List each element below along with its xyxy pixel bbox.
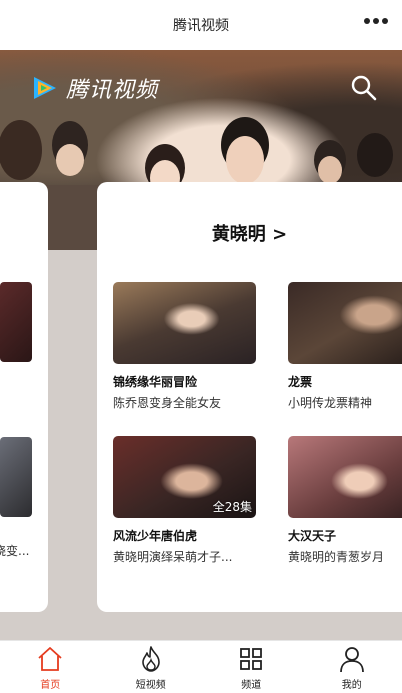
video-item[interactable]: 大汉天子 黄晓明的青葱岁月 — [288, 436, 402, 565]
previous-card[interactable]: 晓变... — [0, 182, 48, 612]
thumbnail[interactable] — [0, 282, 32, 362]
video-thumbnail[interactable] — [113, 282, 256, 364]
video-subtitle: 小明传龙票精神 — [288, 396, 373, 410]
user-icon — [339, 647, 364, 673]
tab-short-video[interactable]: 短视频 — [101, 641, 202, 693]
tab-label: 频道 — [241, 680, 262, 691]
page-title: 腾讯视频 — [173, 18, 229, 34]
top-bar: 腾讯视频 — [0, 0, 402, 50]
video-item[interactable]: 锦绣缘华丽冒险 陈乔恩变身全能女友 — [113, 282, 256, 411]
video-subtitle: 黄晓明演绎呆萌才子... — [113, 550, 233, 564]
tab-channels[interactable]: 频道 — [201, 641, 302, 693]
video-item[interactable]: 全 龙票 小明传龙票精神 — [288, 282, 402, 411]
video-thumbnail[interactable]: 全 — [288, 282, 402, 364]
video-title: 锦绣缘华丽冒险 — [113, 375, 198, 389]
logo-text: 腾讯视频 — [66, 78, 159, 103]
tab-label: 首页 — [40, 680, 61, 691]
video-title: 大汉天子 — [288, 529, 337, 543]
grid-icon — [240, 648, 263, 670]
video-item[interactable]: 全28集 风流少年唐伯虎 黄晓明演绎呆萌才子... — [113, 436, 256, 565]
thumbnail[interactable] — [0, 437, 32, 517]
video-subtitle: 黄晓明的青葱岁月 — [288, 550, 385, 564]
flame-icon — [141, 646, 160, 672]
brand-logo: 腾讯视频 — [30, 72, 158, 104]
bottom-tab-bar: 首页 短视频 频道 我的 — [0, 640, 402, 693]
video-subtitle: 陈乔恩变身全能女友 — [113, 396, 222, 410]
more-dots-icon[interactable] — [364, 18, 388, 24]
tab-profile[interactable]: 我的 — [302, 641, 402, 693]
tencent-video-logo-icon — [34, 77, 56, 99]
search-icon[interactable] — [350, 74, 378, 102]
home-icon — [38, 647, 62, 671]
video-title: 龙票 — [288, 375, 313, 389]
main-content: 腾讯视频 晓变... 黄晓明 > 锦绣缘华丽冒险 陈乔恩变身全能女友 全 龙票 … — [0, 50, 402, 640]
tab-label: 我的 — [341, 680, 362, 691]
tab-label: 短视频 — [135, 680, 166, 691]
star-card: 黄晓明 > 锦绣缘华丽冒险 陈乔恩变身全能女友 全 龙票 小明传龙票精神 全28… — [97, 182, 402, 612]
video-thumbnail[interactable]: 全28集 — [113, 436, 256, 518]
item-subtitle: 晓变... — [0, 544, 30, 558]
card-title[interactable]: 黄晓明 > — [97, 220, 402, 246]
episode-badge: 全28集 — [212, 500, 252, 514]
tab-home[interactable]: 首页 — [0, 641, 101, 693]
video-title: 风流少年唐伯虎 — [113, 529, 198, 543]
video-thumbnail[interactable] — [288, 436, 402, 518]
